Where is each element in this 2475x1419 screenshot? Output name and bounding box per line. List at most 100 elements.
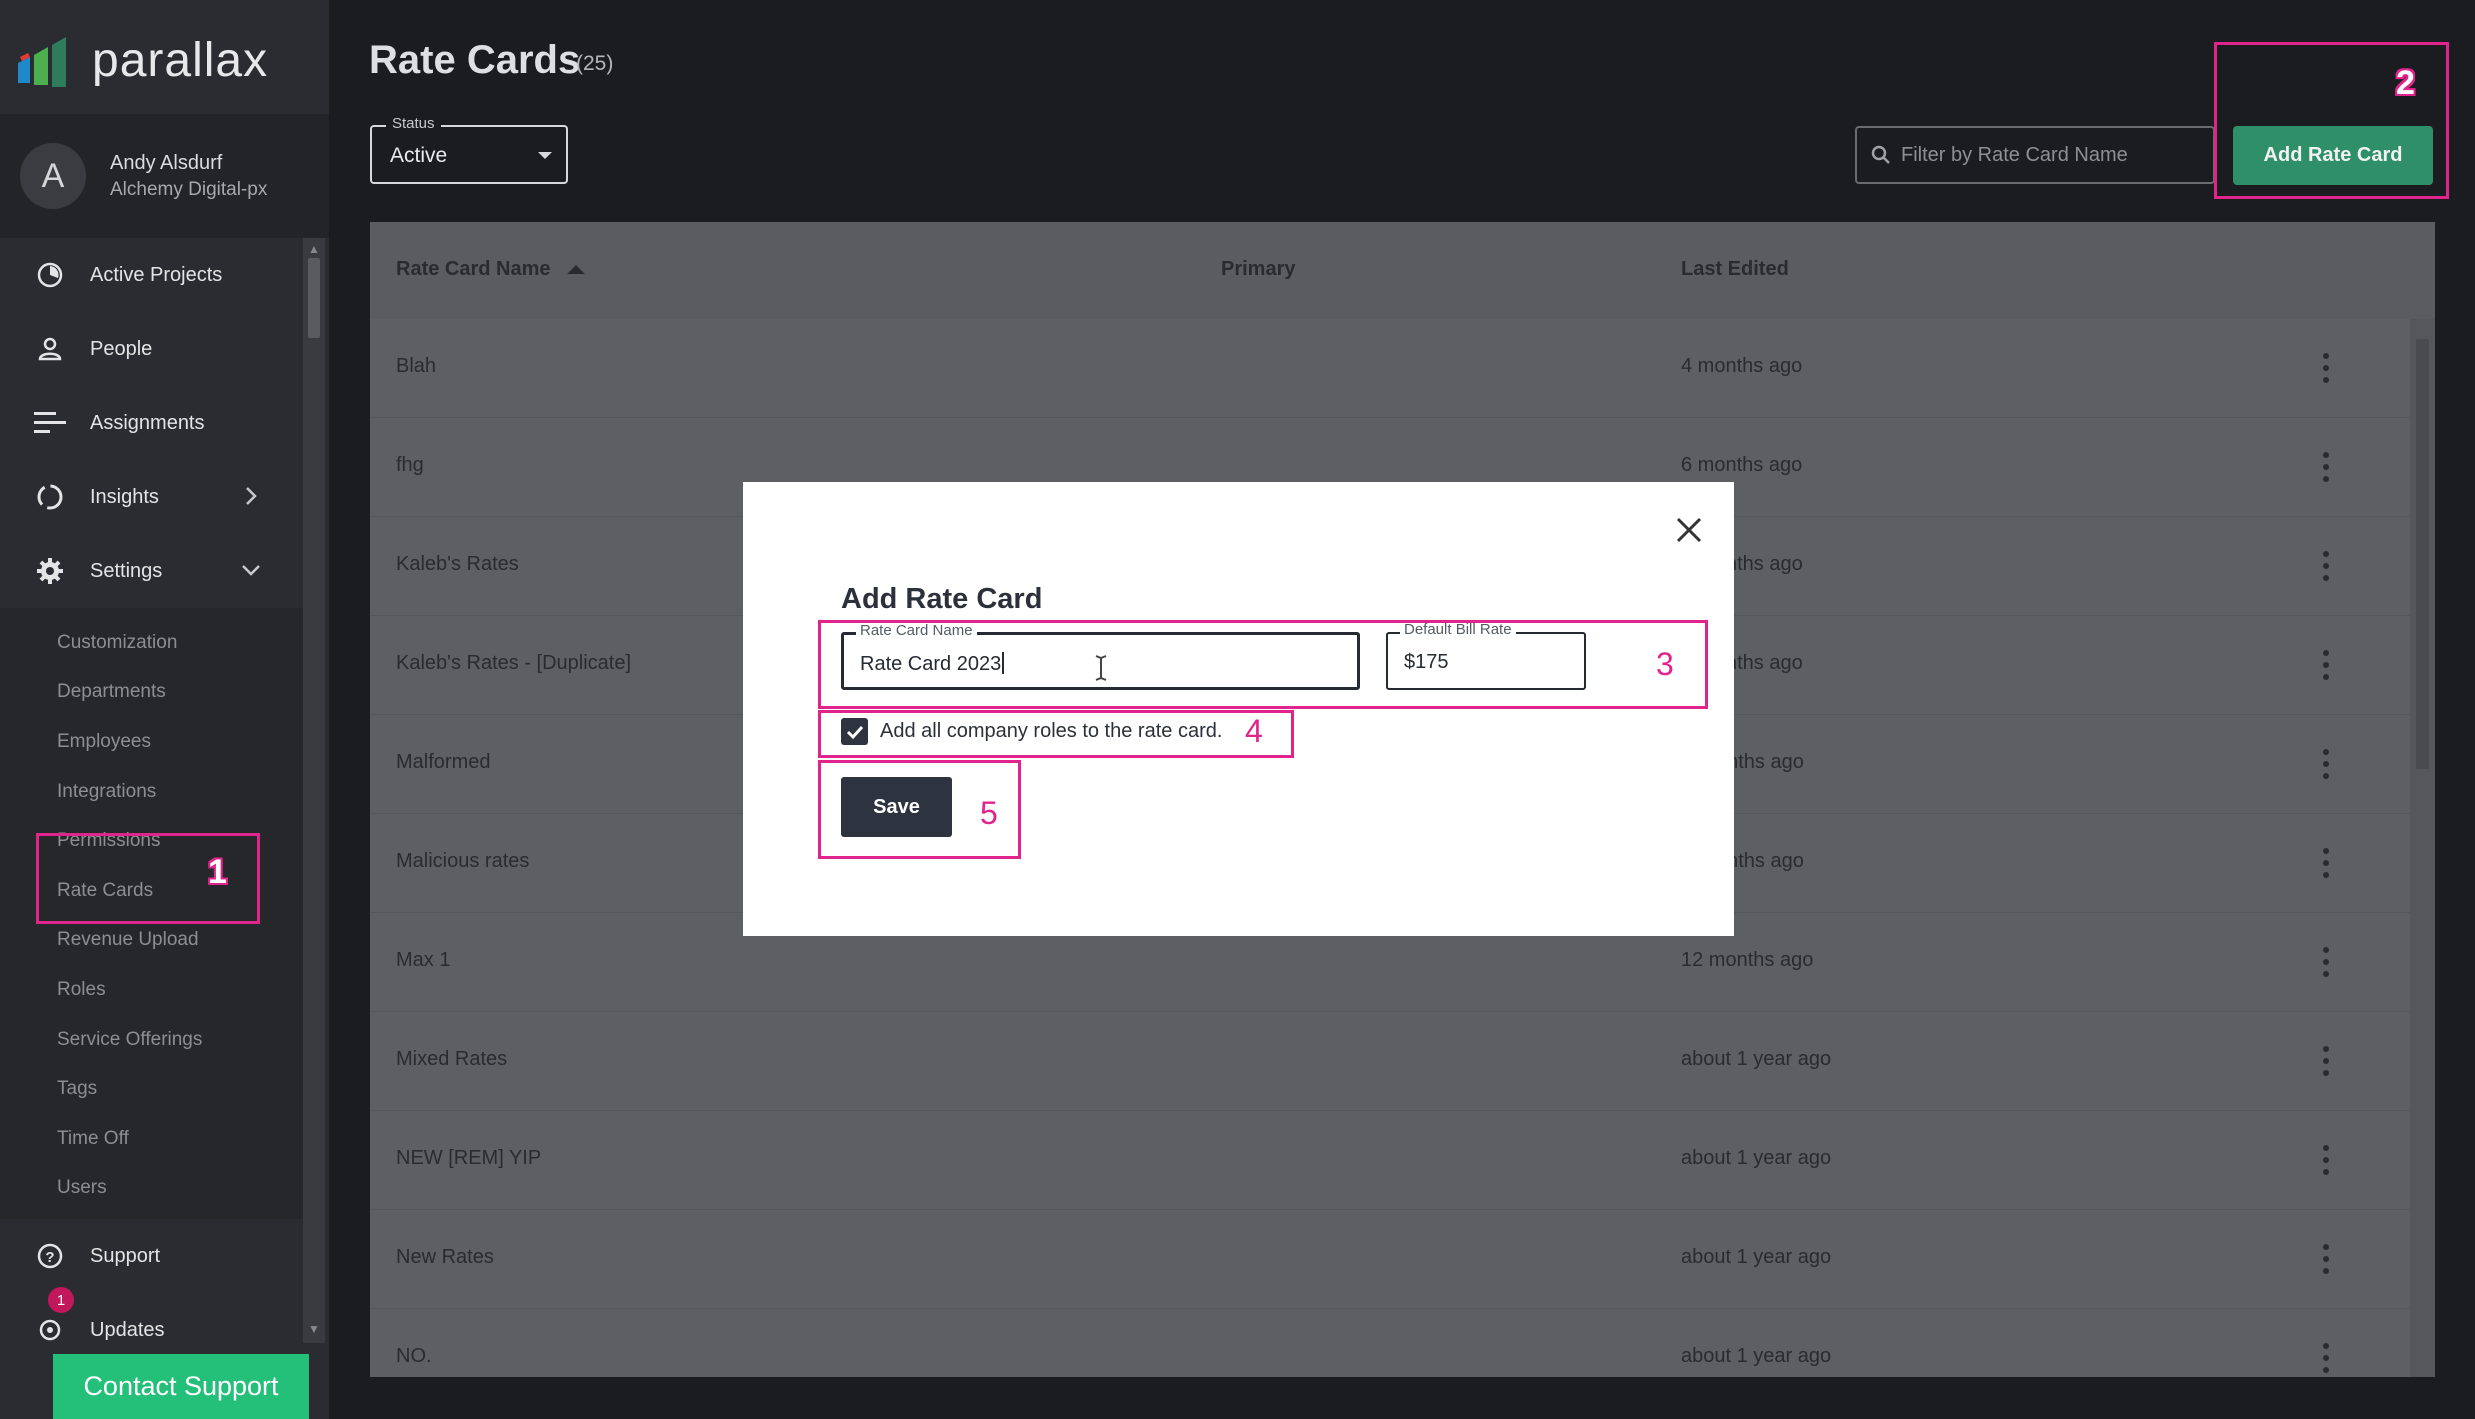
more-options-icon[interactable] [2320,947,2332,977]
person-icon [34,333,66,365]
sidebar-scrollbar[interactable] [303,238,325,1343]
more-options-icon[interactable] [2320,1343,2332,1373]
sidebar-item-label: Active Projects [90,263,223,286]
table-scroll-thumb[interactable] [2416,339,2429,769]
table-row[interactable]: Blah 4 months ago [370,319,2410,418]
rate-card-name[interactable]: NEW [REM] YIP [396,1147,541,1170]
scroll-up-icon[interactable]: ▲ [306,242,322,258]
close-icon[interactable] [1672,513,1706,547]
table-row[interactable]: NEW [REM] YIP about 1 year ago [370,1111,2410,1210]
annotation-number-5: 5 [980,795,998,831]
rate-card-name[interactable]: New Rates [396,1246,494,1269]
column-header-name-label: Rate Card Name [396,258,551,280]
parallax-logo[interactable]: parallax [18,30,268,90]
sidebar-item-assignments[interactable]: Assignments [0,386,303,460]
user-company: Alchemy Digital-px [110,178,268,200]
help-icon: ? [34,1240,66,1272]
settings-item-roles[interactable]: Roles [0,965,303,1015]
more-options-icon[interactable] [2320,551,2332,581]
last-edited: 12 months ago [1681,949,1814,971]
filter-input[interactable] [1901,143,2201,167]
rate-card-name[interactable]: Kaleb's Rates [396,553,519,576]
last-edited: 4 months ago [1681,355,1803,377]
avatar: A [20,143,86,209]
rate-card-name[interactable]: Kaleb's Rates - [Duplicate] [396,652,631,675]
insights-icon [34,481,66,513]
contact-support-button[interactable]: Contact Support [53,1354,309,1419]
pie-chart-icon [34,259,66,291]
dialog-title: Add Rate Card [841,583,1043,615]
rate-card-name[interactable]: fhg [396,454,424,477]
table-row[interactable]: NO. about 1 year ago [370,1309,2410,1377]
rate-card-name[interactable]: Blah [396,355,436,378]
last-edited: about 1 year ago [1681,1345,1832,1367]
sort-asc-icon [566,265,585,274]
sidebar-item-label: Updates [90,1318,165,1341]
user-name: Andy Alsdurf [110,151,223,174]
scroll-down-icon[interactable]: ▼ [306,1322,322,1338]
more-options-icon[interactable] [2320,353,2332,383]
sidebar-item-support[interactable]: ? Support [0,1219,303,1293]
rate-card-name[interactable]: Malformed [396,751,490,774]
more-options-icon[interactable] [2320,650,2332,680]
caret-down-icon [538,152,552,159]
bars-icon [34,407,66,439]
settings-item-time-off[interactable]: Time Off [0,1114,303,1164]
last-edited: about 1 year ago [1681,1147,1832,1169]
updates-badge: 1 [48,1287,74,1313]
table-scrollbar[interactable] [2410,319,2435,1377]
column-header-last-edited[interactable]: Last Edited [1681,258,1789,281]
rate-card-name[interactable]: Malicious rates [396,850,529,873]
user-profile[interactable]: A Andy Alsdurf Alchemy Digital-px [0,114,329,238]
more-options-icon[interactable] [2320,1046,2332,1076]
column-header-name[interactable]: Rate Card Name [396,258,585,281]
page-title: Rate Cards [369,38,581,82]
more-options-icon[interactable] [2320,749,2332,779]
more-options-icon[interactable] [2320,848,2332,878]
annotation-number-3: 3 [1656,646,1674,682]
brand-name: parallax [92,33,269,87]
settings-item-integrations[interactable]: Integrations [0,767,303,817]
sidebar-item-insights[interactable]: Insights [0,460,303,534]
settings-item-customization[interactable]: Customization [0,618,303,668]
settings-item-service-offerings[interactable]: Service Offerings [0,1015,303,1065]
settings-item-users[interactable]: Users [0,1164,303,1214]
rate-card-name[interactable]: Max 1 [396,949,450,972]
sidebar-item-label: Settings [90,559,163,582]
status-select[interactable]: Status Active [370,115,568,184]
last-edited: about 1 year ago [1681,1048,1832,1070]
more-options-icon[interactable] [2320,1244,2332,1274]
rate-card-name[interactable]: NO. [396,1345,432,1368]
filter-field[interactable] [1855,126,2215,184]
annotation-box-4 [818,710,1294,758]
gear-icon [34,555,66,587]
more-options-icon[interactable] [2320,1145,2332,1175]
column-header-primary[interactable]: Primary [1221,258,1296,281]
chevron-right-icon [246,487,257,505]
search-icon [1871,145,1890,164]
table-row[interactable]: New Rates about 1 year ago [370,1210,2410,1309]
settings-item-departments[interactable]: Departments [0,668,303,718]
table-header: Rate Card Name Primary Last Edited [370,222,2435,319]
rate-card-count: (25) [576,52,614,75]
svg-text:?: ? [45,1249,54,1266]
last-edited: 6 months ago [1681,454,1803,476]
sidebar-scroll-thumb[interactable] [308,258,320,338]
sidebar-item-label: Assignments [90,411,205,434]
annotation-number-2: 2 [2396,64,2415,102]
updates-gear-icon [34,1314,66,1346]
status-value: Active [390,144,448,167]
settings-item-employees[interactable]: Employees [0,717,303,767]
sidebar-item-label: People [90,337,153,360]
sidebar-item-active-projects[interactable]: Active Projects [0,238,303,312]
annotation-box-3 [818,620,1708,709]
sidebar-item-settings[interactable]: Settings [0,534,303,608]
sidebar: parallax A Andy Alsdurf Alchemy Digital-… [0,0,329,1419]
sidebar-item-people[interactable]: People [0,312,303,386]
annotation-number-4: 4 [1245,713,1263,749]
rate-card-name[interactable]: Mixed Rates [396,1048,507,1071]
more-options-icon[interactable] [2320,452,2332,482]
settings-item-tags[interactable]: Tags [0,1064,303,1114]
sidebar-item-label: Support [90,1244,161,1267]
table-row[interactable]: Mixed Rates about 1 year ago [370,1012,2410,1111]
